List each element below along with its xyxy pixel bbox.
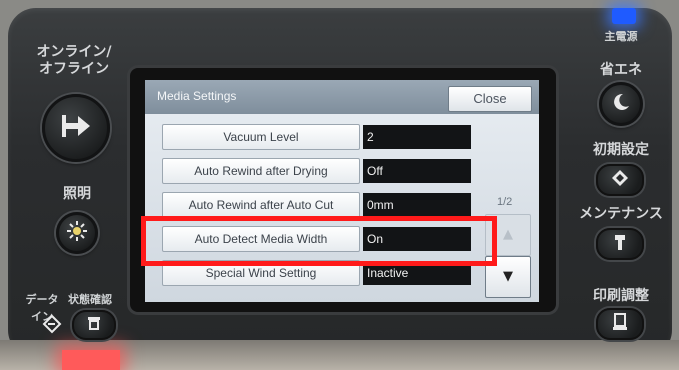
main-power-label: 主電源 [604,30,638,43]
maintenance-button[interactable] [596,228,644,260]
vacuum-level-button[interactable]: Vacuum Level [162,124,360,150]
print-adjust-button[interactable] [596,308,644,340]
initial-settings-label: 初期設定 [593,142,649,158]
print-adjust-label: 印刷調整 [593,288,649,304]
auto-rewind-after-drying-value: Off [363,159,471,183]
main-power-led [612,8,636,24]
online-offline-label: オンライン/ オフライン [36,44,112,77]
diamond-icon [611,169,629,191]
data-in-indicator [42,314,62,334]
highlight-box [141,216,497,266]
light-icon [66,220,88,246]
wrench-icon [613,233,627,255]
initial-settings-button[interactable] [596,164,644,196]
triangle-down-icon: ▼ [503,269,513,284]
touch-screen: Media Settings Close Vacuum Level 2 Auto… [145,80,539,302]
auto-rewind-after-auto-cut-button[interactable]: Auto Rewind after Auto Cut [162,192,360,218]
vacuum-level-value: 2 [363,125,471,149]
online-offline-button[interactable] [42,94,110,162]
arrow-into-bar-icon [60,112,92,144]
page-indicator: 1/2 [497,196,513,208]
energy-save-button[interactable] [599,82,643,126]
print-adjust-icon [612,313,628,335]
data-in-icon [42,314,62,338]
status-icon [86,315,102,335]
auto-rewind-after-drying-button[interactable]: Auto Rewind after Drying [162,158,360,184]
maintenance-label: メンテナンス [579,206,663,222]
energy-save-label: 省エネ [600,62,642,78]
status-led [62,350,120,370]
status-check-button[interactable] [72,310,116,340]
auto-rewind-after-auto-cut-value: 0mm [363,193,471,217]
page-title: Media Settings [157,89,237,103]
illumination-label: 照明 [63,186,91,202]
close-button[interactable]: Close [448,86,532,112]
triangle-up-icon: ▲ [503,227,513,242]
status-check-label: 状態確認 [68,293,112,306]
moon-icon [611,92,631,116]
illumination-button[interactable] [56,212,98,254]
